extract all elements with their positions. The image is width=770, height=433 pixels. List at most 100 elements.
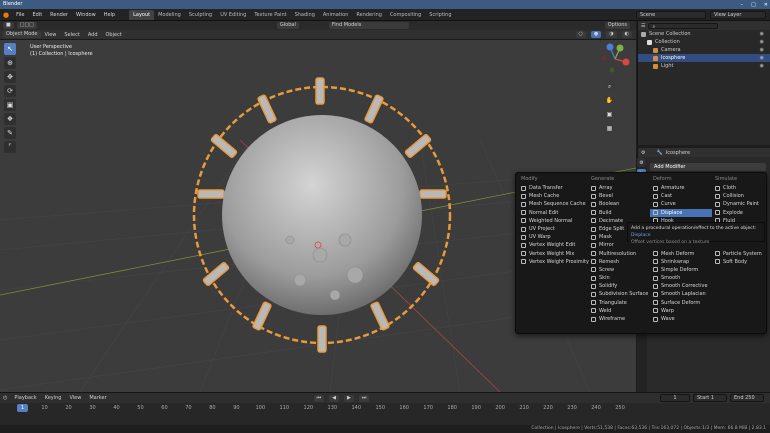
modifier-item-remesh[interactable]: Remesh (588, 258, 650, 266)
timeline-menu-view[interactable]: View (65, 393, 85, 403)
modifier-item-wireframe[interactable]: Wireframe (588, 315, 650, 323)
add-modifier-button[interactable]: Add Modifier (650, 163, 766, 171)
menu-help[interactable]: Help (100, 9, 119, 21)
modifier-item-array[interactable]: Array (588, 184, 650, 192)
timeline-menu-keying[interactable]: Keying (41, 393, 66, 403)
blender-logo-icon[interactable]: ● (0, 11, 12, 19)
scale-tool-icon[interactable]: ▣ (4, 99, 16, 111)
tab-animation[interactable]: Animation (319, 10, 353, 20)
modifier-item-solidify[interactable]: Solidify (588, 282, 650, 290)
transform-tool-icon[interactable]: ❖ (4, 113, 16, 125)
modifier-item-displace[interactable]: Displace (650, 208, 712, 217)
scene-selector[interactable]: Scene (636, 10, 706, 19)
menu-file[interactable]: File (12, 9, 28, 21)
tab-modeling[interactable]: Modeling (154, 10, 185, 20)
viewport-shading-solid-icon[interactable]: ● (590, 31, 602, 38)
viewport-menu-select[interactable]: Select (60, 30, 83, 40)
end-frame-field[interactable]: End 250 (730, 394, 764, 402)
modifier-item-weighted-normal[interactable]: Weighted Normal (518, 217, 580, 225)
modifier-item-dynamic-paint[interactable]: Dynamic Paint (712, 200, 770, 208)
menu-render[interactable]: Render (46, 9, 72, 21)
move-tool-icon[interactable]: ✥ (4, 71, 16, 83)
modifier-item-shrinkwrap[interactable]: Shrinkwrap (650, 258, 712, 266)
visibility-eye-icon[interactable]: ◉ (760, 54, 770, 62)
modifier-item-multiresolution[interactable]: Multiresolution (588, 250, 650, 258)
menu-window[interactable]: Window (72, 9, 100, 21)
modifier-item-armature[interactable]: Armature (650, 184, 712, 192)
modifier-item-bevel[interactable]: Bevel (588, 192, 650, 200)
outliner-search[interactable]: ⌕ (648, 22, 719, 30)
navigation-gizmo[interactable]: ⌕ ✋ ▣ ▦ (598, 42, 632, 134)
object-mode-selector[interactable]: Object Mode (3, 31, 41, 38)
modifier-item-screw[interactable]: Screw (588, 266, 650, 274)
timeline-menu-marker[interactable]: Marker (85, 393, 110, 403)
modifier-item-mesh-cache[interactable]: Mesh Cache (518, 192, 580, 200)
viewport-shading-wire-icon[interactable]: ○ (575, 31, 586, 38)
modifier-item-smooth-corrective[interactable]: Smooth Corrective (650, 282, 712, 290)
play-reverse-icon[interactable]: ◀ (329, 394, 340, 402)
modifier-item-curve[interactable]: Curve (650, 200, 712, 208)
modifier-item-uv-project[interactable]: UV Project (518, 225, 580, 233)
tab-rendering[interactable]: Rendering (352, 10, 386, 20)
minimize-icon[interactable]: – (741, 2, 744, 8)
outliner-row[interactable]: Scene Collection ◉ (638, 30, 770, 38)
jump-end-icon[interactable]: ⏭ (358, 394, 370, 402)
grid-toggle-icon[interactable]: ▦ (604, 123, 615, 134)
modifier-item-smooth-laplacian[interactable]: Smooth Laplacian (650, 290, 712, 298)
close-icon[interactable]: ✕ (764, 2, 768, 8)
modifier-item-skin[interactable]: Skin (588, 274, 650, 282)
maximize-icon[interactable]: □ (751, 2, 756, 8)
visibility-eye-icon[interactable]: ◉ (760, 62, 770, 70)
modifier-item-cloth[interactable]: Cloth (712, 184, 770, 192)
select-box-tool-icon[interactable]: ↖ (4, 43, 16, 55)
modifier-item-soft-body[interactable]: Soft Body (712, 258, 770, 266)
tab-uv-editing[interactable]: UV Editing (216, 10, 250, 20)
tab-sculpting[interactable]: Sculpting (185, 10, 216, 20)
timeline-editor-icon[interactable]: ◴ (0, 395, 10, 401)
measure-tool-icon[interactable]: ⌜ (4, 141, 16, 153)
play-icon[interactable]: ▶ (344, 394, 354, 402)
options-button[interactable]: Options (604, 22, 630, 29)
tab-compositing[interactable]: Compositing (386, 10, 425, 20)
modifier-item-collision[interactable]: Collision (712, 192, 770, 200)
rotate-tool-icon[interactable]: ⟳ (4, 85, 16, 97)
modifier-item-wave[interactable]: Wave (650, 315, 712, 323)
select-mode-button[interactable]: □□□ (16, 22, 37, 29)
outliner-editor-icon[interactable]: ☰ (641, 23, 645, 29)
modifier-item-vertex-weight-mix[interactable]: Vertex Weight Mix (518, 250, 580, 258)
modifier-item-surface-deform[interactable]: Surface Deform (650, 299, 712, 307)
tab-shading[interactable]: Shading (291, 10, 319, 20)
modifier-item-simple-deform[interactable]: Simple Deform (650, 266, 712, 274)
tab-texture-paint[interactable]: Texture Paint (250, 10, 290, 20)
modifier-item-cast[interactable]: Cast (650, 192, 712, 200)
tab-scripting[interactable]: Scripting (425, 10, 455, 20)
visibility-eye-icon[interactable]: ◉ (760, 30, 770, 38)
viewport-menu-add[interactable]: Add (84, 30, 102, 40)
viewport-shading-material-icon[interactable]: ◑ (606, 31, 617, 38)
modifier-item-mesh-deform[interactable]: Mesh Deform (650, 250, 712, 258)
outliner-row[interactable]: Camera ◉ (638, 46, 770, 54)
modifier-item-particle-system[interactable]: Particle System (712, 250, 770, 258)
start-frame-field[interactable]: Start 1 (693, 394, 727, 402)
editor-type-button[interactable]: ■ (3, 22, 14, 29)
modifier-item-explode[interactable]: Explode (712, 209, 770, 217)
annotate-tool-icon[interactable]: ✎ (4, 127, 16, 139)
zoom-icon[interactable]: ⌕ (604, 81, 615, 92)
timeline-menu-playback[interactable]: Playback (10, 393, 40, 403)
properties-editor-icon[interactable]: ⚙ (641, 150, 645, 156)
pan-hand-icon[interactable]: ✋ (604, 95, 615, 106)
modifier-item-mesh-sequence-cache[interactable]: Mesh Sequence Cache (518, 200, 586, 208)
current-frame-indicator[interactable]: 1 (17, 404, 28, 412)
viewport-shading-render-icon[interactable]: ◐ (621, 31, 632, 38)
camera-view-icon[interactable]: ▣ (604, 109, 615, 120)
snap-search[interactable]: Find Models (328, 22, 409, 29)
view-layer-selector[interactable]: View Layer (710, 10, 766, 19)
transform-orientation[interactable]: Global (276, 22, 299, 29)
axis-gizmo-icon[interactable] (598, 42, 632, 76)
tab-layout[interactable]: Layout (129, 10, 155, 20)
menu-edit[interactable]: Edit (28, 9, 46, 21)
modifier-item-normal-edit[interactable]: Normal Edit (518, 209, 580, 217)
modifier-item-uv-warp[interactable]: UV Warp (518, 233, 580, 241)
visibility-eye-icon[interactable]: ◉ (760, 46, 770, 54)
modifier-item-subdivision-surface[interactable]: Subdivision Surface (588, 290, 650, 298)
